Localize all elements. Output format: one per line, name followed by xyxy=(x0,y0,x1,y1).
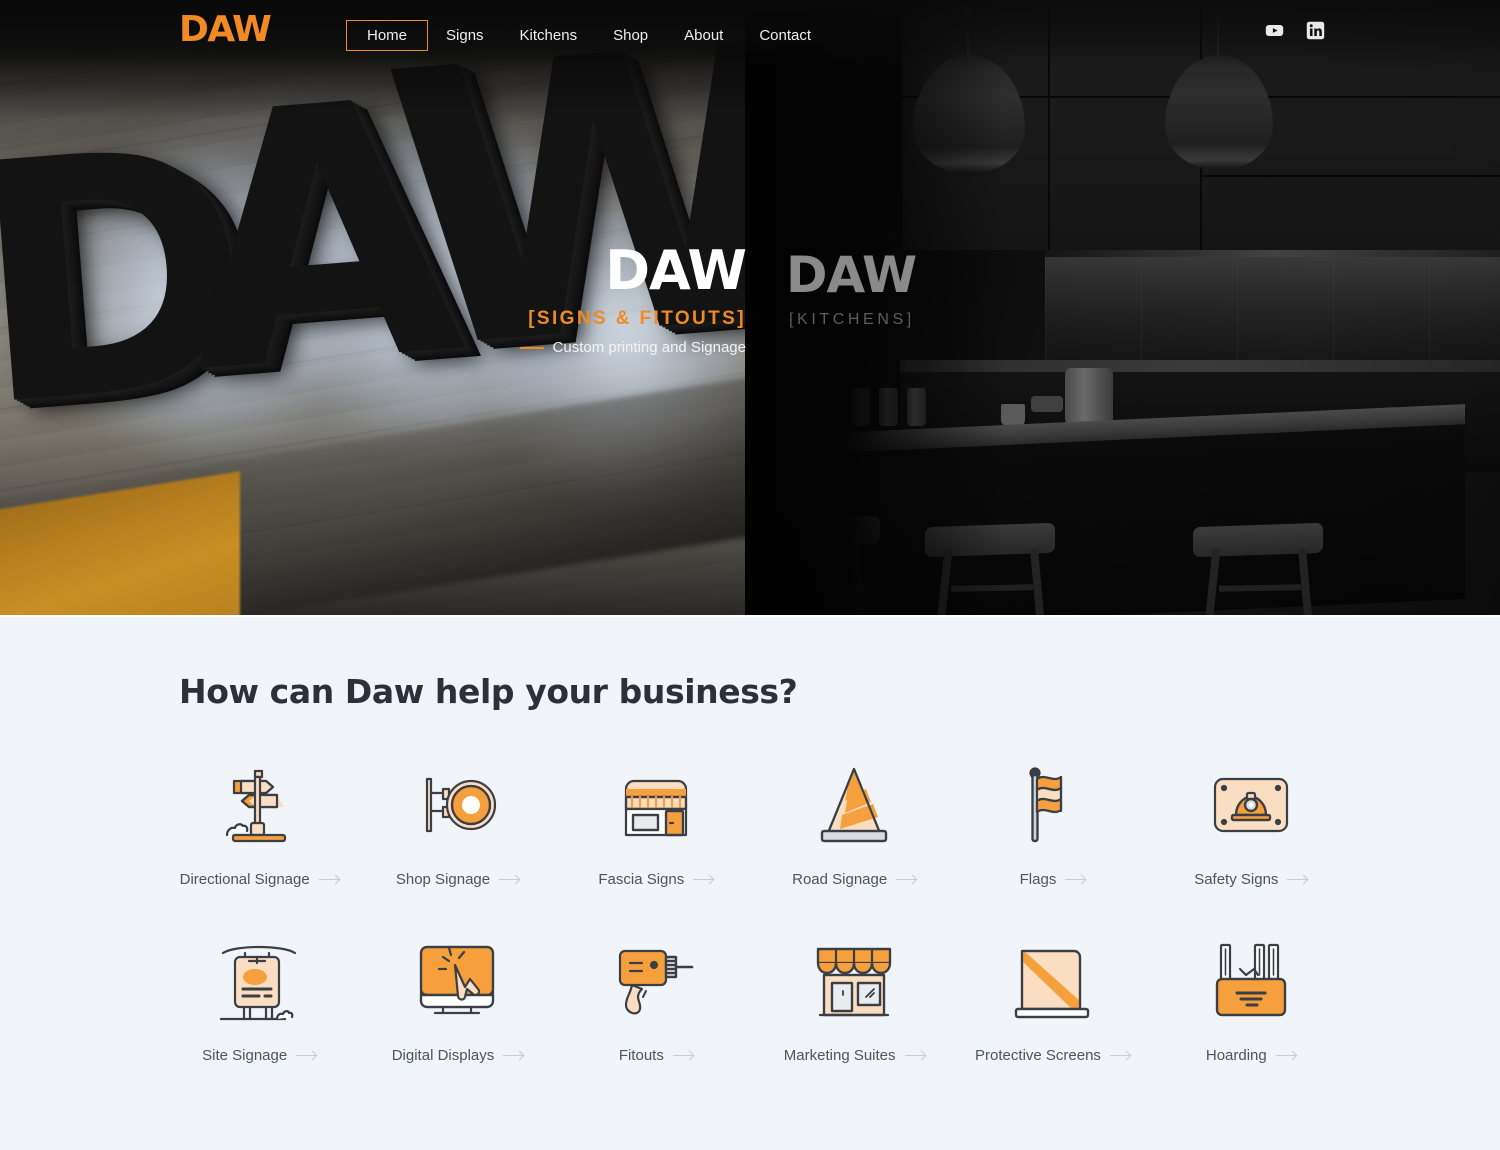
hero-kitchens-brand: DAW xyxy=(786,246,917,304)
shop-signage-icon xyxy=(407,757,507,857)
road-signage-icon xyxy=(804,757,904,857)
nav-item-signs[interactable]: Signs xyxy=(428,20,502,51)
flags-icon xyxy=(1002,757,1102,857)
service-label: Marketing Suites xyxy=(783,1047,896,1064)
nav-item-kitchens[interactable]: Kitchens xyxy=(502,20,596,51)
site-header: DAW Home Signs Kitchens Shop About Conta… xyxy=(0,0,1500,68)
youtube-icon xyxy=(1265,24,1284,37)
service-label: Directional Signage xyxy=(179,871,310,888)
service-card-road-signage[interactable]: Road Signage xyxy=(755,757,953,888)
dash-icon xyxy=(519,346,544,349)
service-label: Flags xyxy=(1019,871,1057,888)
hoarding-icon xyxy=(1201,933,1301,1033)
nav-item-shop[interactable]: Shop xyxy=(595,20,666,51)
service-label: Road Signage xyxy=(792,871,888,888)
linkedin-icon xyxy=(1306,21,1325,40)
service-card-flags[interactable]: Flags xyxy=(953,757,1151,888)
service-card-hoarding[interactable]: Hoarding xyxy=(1152,933,1350,1064)
service-card-shop-signage[interactable]: Shop Signage xyxy=(358,757,556,888)
service-card-protective-screens[interactable]: Protective Screens xyxy=(953,933,1151,1064)
service-label: Fitouts xyxy=(618,1047,664,1064)
arrow-right-icon xyxy=(1109,1055,1130,1056)
arrow-right-icon xyxy=(1287,879,1308,880)
service-label: Safety Signs xyxy=(1194,871,1279,888)
linkedin-link[interactable] xyxy=(1306,21,1325,40)
hero-kitchens-block: DAW [KITCHENS] xyxy=(786,246,917,329)
directional-signage-icon xyxy=(209,757,309,857)
arrow-right-icon xyxy=(503,1055,524,1056)
service-label: Shop Signage xyxy=(395,871,491,888)
service-label: Fascia Signs xyxy=(598,871,685,888)
arrow-right-icon xyxy=(896,879,917,880)
digital-displays-icon xyxy=(407,933,507,1033)
service-label: Digital Displays xyxy=(391,1047,495,1064)
service-label: Site Signage xyxy=(202,1047,288,1064)
arrow-right-icon xyxy=(499,879,520,880)
arrow-right-icon xyxy=(672,1055,693,1056)
services-section: How can Daw help your business? Directio… xyxy=(0,615,1500,1150)
hero-kitchens-tagline: [KITCHENS] xyxy=(789,311,915,328)
section-title: How can Daw help your business? xyxy=(179,672,798,711)
nav-item-contact[interactable]: Contact xyxy=(741,20,829,51)
fitouts-icon xyxy=(606,933,706,1033)
arrow-right-icon xyxy=(904,1055,925,1056)
arrow-right-icon xyxy=(1275,1055,1296,1056)
nav-item-home[interactable]: Home xyxy=(346,20,429,51)
youtube-link[interactable] xyxy=(1265,21,1284,40)
service-card-site-signage[interactable]: Site Signage xyxy=(160,933,358,1064)
fascia-signs-icon xyxy=(606,757,706,857)
safety-signs-icon xyxy=(1201,757,1301,857)
service-card-digital-displays[interactable]: Digital Displays xyxy=(358,933,556,1064)
arrow-right-icon xyxy=(693,879,714,880)
hero-signs-subtitle: Custom printing and Signage xyxy=(552,339,746,356)
marketing-suites-icon xyxy=(804,933,904,1033)
arrow-right-icon xyxy=(296,1055,317,1056)
protective-screens-icon xyxy=(1002,933,1102,1033)
nav-item-about[interactable]: About xyxy=(666,20,741,51)
hero-signs-block: DAW [SIGNS & FITOUTS] Custom printing an… xyxy=(506,239,747,356)
service-label: Hoarding xyxy=(1205,1047,1267,1064)
service-card-fitouts[interactable]: Fitouts xyxy=(557,933,755,1064)
social-links xyxy=(1265,21,1325,40)
service-card-marketing-suites[interactable]: Marketing Suites xyxy=(755,933,953,1064)
service-label: Protective Screens xyxy=(975,1047,1101,1064)
hero-signs-tagline: [SIGNS & FITOUTS] xyxy=(528,308,746,329)
site-logo[interactable]: DAW xyxy=(179,12,272,48)
main-navigation: Home Signs Kitchens Shop About Contact xyxy=(346,20,829,51)
arrow-right-icon xyxy=(318,879,339,880)
service-card-fascia-signs[interactable]: Fascia Signs xyxy=(557,757,755,888)
hero-signs-brand: DAW xyxy=(605,239,747,302)
service-card-directional-signage[interactable]: Directional Signage xyxy=(160,757,358,888)
service-card-safety-signs[interactable]: Safety Signs xyxy=(1152,757,1350,888)
arrow-right-icon xyxy=(1065,879,1086,880)
site-signage-icon xyxy=(209,933,309,1033)
hero-banner: D A W DAW [SIGNS & FITOUTS] Custom print… xyxy=(0,0,1500,615)
services-grid: Directional Signage Shop Signage Fascia … xyxy=(160,757,1350,1064)
